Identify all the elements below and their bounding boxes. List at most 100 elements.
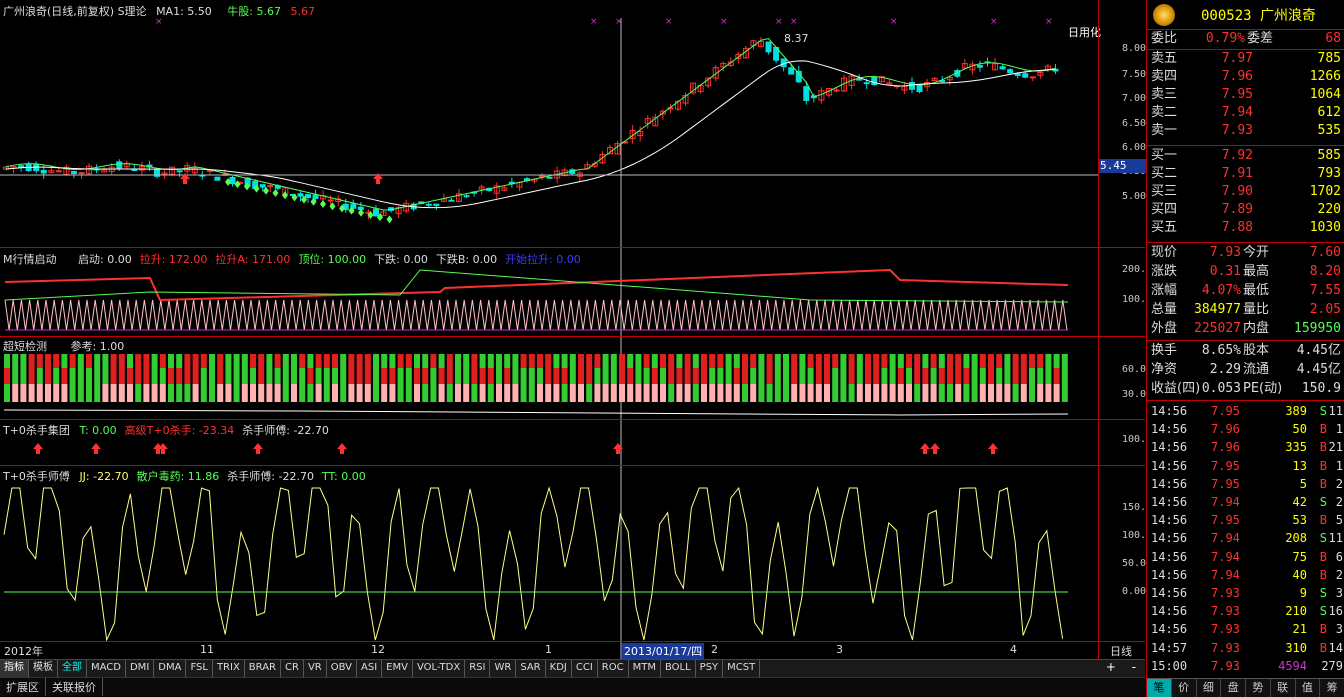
tick-row: 14:57 7.93 310 B 14 <box>1147 639 1344 657</box>
panel-text: 310 <box>1285 640 1307 655</box>
indicator-tab[interactable]: VR <box>304 660 327 677</box>
ind2-bar <box>110 384 117 402</box>
candle-body <box>788 67 795 75</box>
chart-area[interactable]: × × × × × × × × × × 广州浪奇(日线,前复权) S理论 MA1: 5.50 牛股… <box>0 0 1152 659</box>
signal-diamond <box>320 200 326 208</box>
ind2-bar <box>389 384 396 402</box>
ind2-bar <box>512 368 519 384</box>
ind2-bar <box>758 384 765 402</box>
zoom-out-button[interactable]: - <box>1132 660 1136 676</box>
indicator-tab[interactable]: BOLL <box>661 660 696 677</box>
panel-tab[interactable]: 价 <box>1172 679 1197 697</box>
ind3-value: 杀手师傅: -22.70 <box>242 424 329 437</box>
panel-text: 150.9 <box>1301 381 1341 396</box>
indicator-tab[interactable]: DMA <box>154 660 187 677</box>
ind2-bar <box>274 368 281 384</box>
ind2-bar <box>512 384 519 402</box>
chart-canvas[interactable]: × × × × × × × × × × <box>0 0 1145 659</box>
indicator-tab[interactable]: DMI <box>126 660 155 677</box>
panel-text: 40 <box>1292 567 1307 582</box>
link-extended[interactable]: 扩展区 <box>0 678 46 696</box>
panel-text: 7.94 <box>1211 495 1240 509</box>
indicator-tab[interactable]: PSY <box>696 660 724 677</box>
panel-text: 159950 <box>1294 321 1341 336</box>
ind2-bar <box>594 368 601 384</box>
indicator-tab[interactable]: EMV <box>382 660 413 677</box>
panel-tab[interactable]: 值 <box>1296 679 1321 697</box>
buy-level: 买四 7.89 220 <box>1147 201 1344 219</box>
candle-body <box>116 161 123 169</box>
ind2-bar <box>824 354 830 368</box>
panel-text: 买一 <box>1151 148 1178 163</box>
ind2-bar <box>660 384 666 402</box>
ind2-bar <box>471 384 478 402</box>
candle-body <box>40 169 47 174</box>
ind2-bar <box>241 354 248 368</box>
indicator-tab[interactable]: RSI <box>465 660 491 677</box>
panel-text: 流通 <box>1243 362 1270 377</box>
ind2-bar <box>364 354 371 368</box>
panel-text: 7.95 <box>1221 87 1253 102</box>
ind2-bar <box>676 354 683 368</box>
indicator-tab[interactable]: WR <box>490 660 517 677</box>
indicator-tab[interactable]: CCI <box>572 660 598 677</box>
ind2-bar <box>815 354 822 368</box>
ind2-bar <box>323 354 330 368</box>
ind2-bar <box>569 354 576 368</box>
ind2-bar <box>471 368 478 384</box>
panel-text: 最高 <box>1243 264 1270 279</box>
panel-text: B <box>1319 513 1327 528</box>
ind2-bar <box>299 384 306 402</box>
candle-body <box>312 194 319 199</box>
panel-tab[interactable]: 盘 <box>1221 679 1246 697</box>
indicator-tab[interactable]: MACD <box>87 660 126 677</box>
indicator-tab[interactable]: 全部 <box>58 660 87 677</box>
indicator-tab[interactable]: VOL-TDX <box>413 660 466 677</box>
panel-text: 买三 <box>1151 184 1178 199</box>
ind2-bar <box>865 384 871 402</box>
ind1-value: 顶位: 100.00 <box>298 253 367 266</box>
indicator-tab[interactable]: ROC <box>598 660 629 677</box>
panel-text: 1 <box>1335 422 1343 437</box>
link-related[interactable]: 关联报价 <box>46 678 103 696</box>
ind2-bar <box>586 384 593 402</box>
panel-text: 7.89 <box>1221 202 1253 217</box>
indicator-tab[interactable]: MCST <box>723 660 761 677</box>
indicator-tab[interactable]: MTM <box>629 660 661 677</box>
ind2-bar <box>783 368 789 384</box>
indicator-tab[interactable]: BRAR <box>245 660 281 677</box>
panel-text: 4594 <box>1278 658 1307 673</box>
ind2-bar <box>77 354 84 368</box>
ind2-bar <box>291 384 297 402</box>
panel-tab[interactable]: 联 <box>1271 679 1296 697</box>
ind2-bar <box>315 384 322 402</box>
ind2-bar <box>668 384 675 402</box>
ind2-bar <box>963 384 970 402</box>
indicator-tab[interactable]: FSL <box>186 660 213 677</box>
ind2-bar <box>184 354 191 368</box>
indicator-tab[interactable]: KDJ <box>546 660 572 677</box>
ind2-bar <box>938 368 945 384</box>
panel-text: 1030 <box>1309 220 1341 235</box>
panel-tab[interactable]: 势 <box>1246 679 1271 697</box>
panel-tab[interactable]: 筹 <box>1320 679 1344 697</box>
tick-row: 14:56 7.93 210 S 16 <box>1147 602 1344 620</box>
ind2-bar <box>200 368 207 384</box>
indicator-tab[interactable]: CR <box>281 660 304 677</box>
panel-text: 14:56 <box>1151 622 1188 637</box>
indicator-tab[interactable]: 指标 <box>0 660 29 677</box>
ind2-bar <box>979 368 986 384</box>
indicator-tab[interactable]: TRIX <box>213 660 245 677</box>
panel-tab[interactable]: 笔 <box>1147 679 1172 697</box>
indicator-tab[interactable]: ASI <box>357 660 383 677</box>
ind2-bar <box>127 368 133 384</box>
ind1-value: 下跌: 0.00 <box>374 253 428 266</box>
indicator-tab[interactable]: OBV <box>327 660 357 677</box>
candle-body <box>305 194 311 198</box>
zoom-in-button[interactable]: + <box>1106 660 1116 676</box>
ind2-bar <box>725 384 732 402</box>
indicator-tab[interactable]: SAR <box>516 660 546 677</box>
ind2-bar <box>766 384 773 402</box>
panel-tab[interactable]: 细 <box>1197 679 1222 697</box>
indicator-tab[interactable]: 模板 <box>29 660 58 677</box>
